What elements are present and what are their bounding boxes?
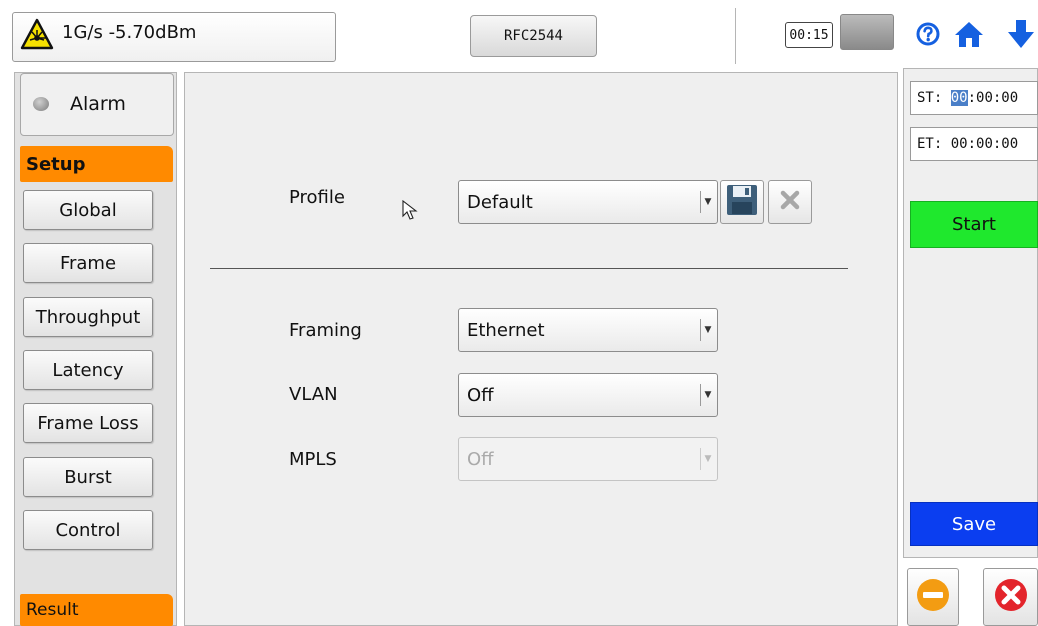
timer-display: 00:15 xyxy=(785,22,833,48)
sidebar-item-latency[interactable]: Latency xyxy=(23,350,153,390)
chevron-down-icon: ▼ xyxy=(700,319,715,341)
save-profile-button[interactable] xyxy=(720,180,764,224)
profile-label: Profile xyxy=(289,187,345,208)
chevron-down-icon: ▼ xyxy=(700,448,715,470)
sidebar-item-throughput[interactable]: Throughput xyxy=(23,297,153,337)
sidebar-item-frame-loss[interactable]: Frame Loss xyxy=(23,403,153,443)
et-value: 00:00:00 xyxy=(950,136,1019,152)
chevron-down-icon: ▼ xyxy=(700,384,715,406)
end-time-field[interactable]: ET: 00:00:00 xyxy=(910,127,1038,161)
framing-select[interactable]: Ethernet ▼ xyxy=(458,308,718,352)
save-button[interactable]: Save xyxy=(910,502,1038,546)
close-icon xyxy=(779,189,801,215)
exit-button[interactable] xyxy=(983,568,1038,626)
close-circle-icon xyxy=(993,577,1029,617)
minus-circle-icon xyxy=(915,577,951,617)
stop-button[interactable] xyxy=(907,568,959,626)
mpls-label: MPLS xyxy=(289,449,337,470)
help-icon[interactable] xyxy=(916,22,940,46)
sidebar-item-frame[interactable]: Frame xyxy=(23,243,153,283)
vlan-label: VLAN xyxy=(289,384,338,405)
mouse-cursor-icon xyxy=(402,199,420,222)
et-label: ET: xyxy=(917,136,943,152)
alarm-led-icon xyxy=(33,97,49,111)
delete-profile-button[interactable] xyxy=(768,180,812,224)
vlan-value: Off xyxy=(467,384,494,406)
floppy-disk-icon xyxy=(725,183,759,221)
start-button[interactable]: Start xyxy=(910,201,1038,248)
mpls-select: Off ▼ xyxy=(458,437,718,481)
test-mode-button[interactable]: RFC2544 xyxy=(470,15,597,57)
vlan-select[interactable]: Off ▼ xyxy=(458,373,718,417)
sidebar-item-burst[interactable]: Burst xyxy=(23,457,153,497)
framing-value: Ethernet xyxy=(467,319,545,341)
profile-select[interactable]: Default ▼ xyxy=(458,180,718,224)
alarm-label: Alarm xyxy=(70,93,126,115)
chevron-down-icon: ▼ xyxy=(700,191,715,213)
framing-label: Framing xyxy=(289,320,362,341)
arrow-down-icon[interactable] xyxy=(1006,18,1036,50)
mpls-value: Off xyxy=(467,448,494,470)
setup-header[interactable]: Setup xyxy=(20,146,173,182)
result-header[interactable]: Result xyxy=(20,594,173,626)
st-hours-selected[interactable]: 00 xyxy=(950,90,968,106)
signal-status-text: 1G/s -5.70dBm xyxy=(62,22,197,43)
st-rest: :00:00 xyxy=(967,90,1019,106)
sidebar-item-control[interactable]: Control xyxy=(23,510,153,550)
sidebar-item-global[interactable]: Global xyxy=(23,190,153,230)
home-icon[interactable] xyxy=(953,20,985,48)
profile-value: Default xyxy=(467,191,533,213)
start-time-field[interactable]: ST: 00:00:00 xyxy=(910,81,1038,115)
st-label: ST: xyxy=(917,90,943,106)
section-divider xyxy=(210,268,848,269)
laser-warning-icon xyxy=(20,18,54,50)
battery-icon xyxy=(840,14,894,50)
header-divider xyxy=(735,8,736,64)
